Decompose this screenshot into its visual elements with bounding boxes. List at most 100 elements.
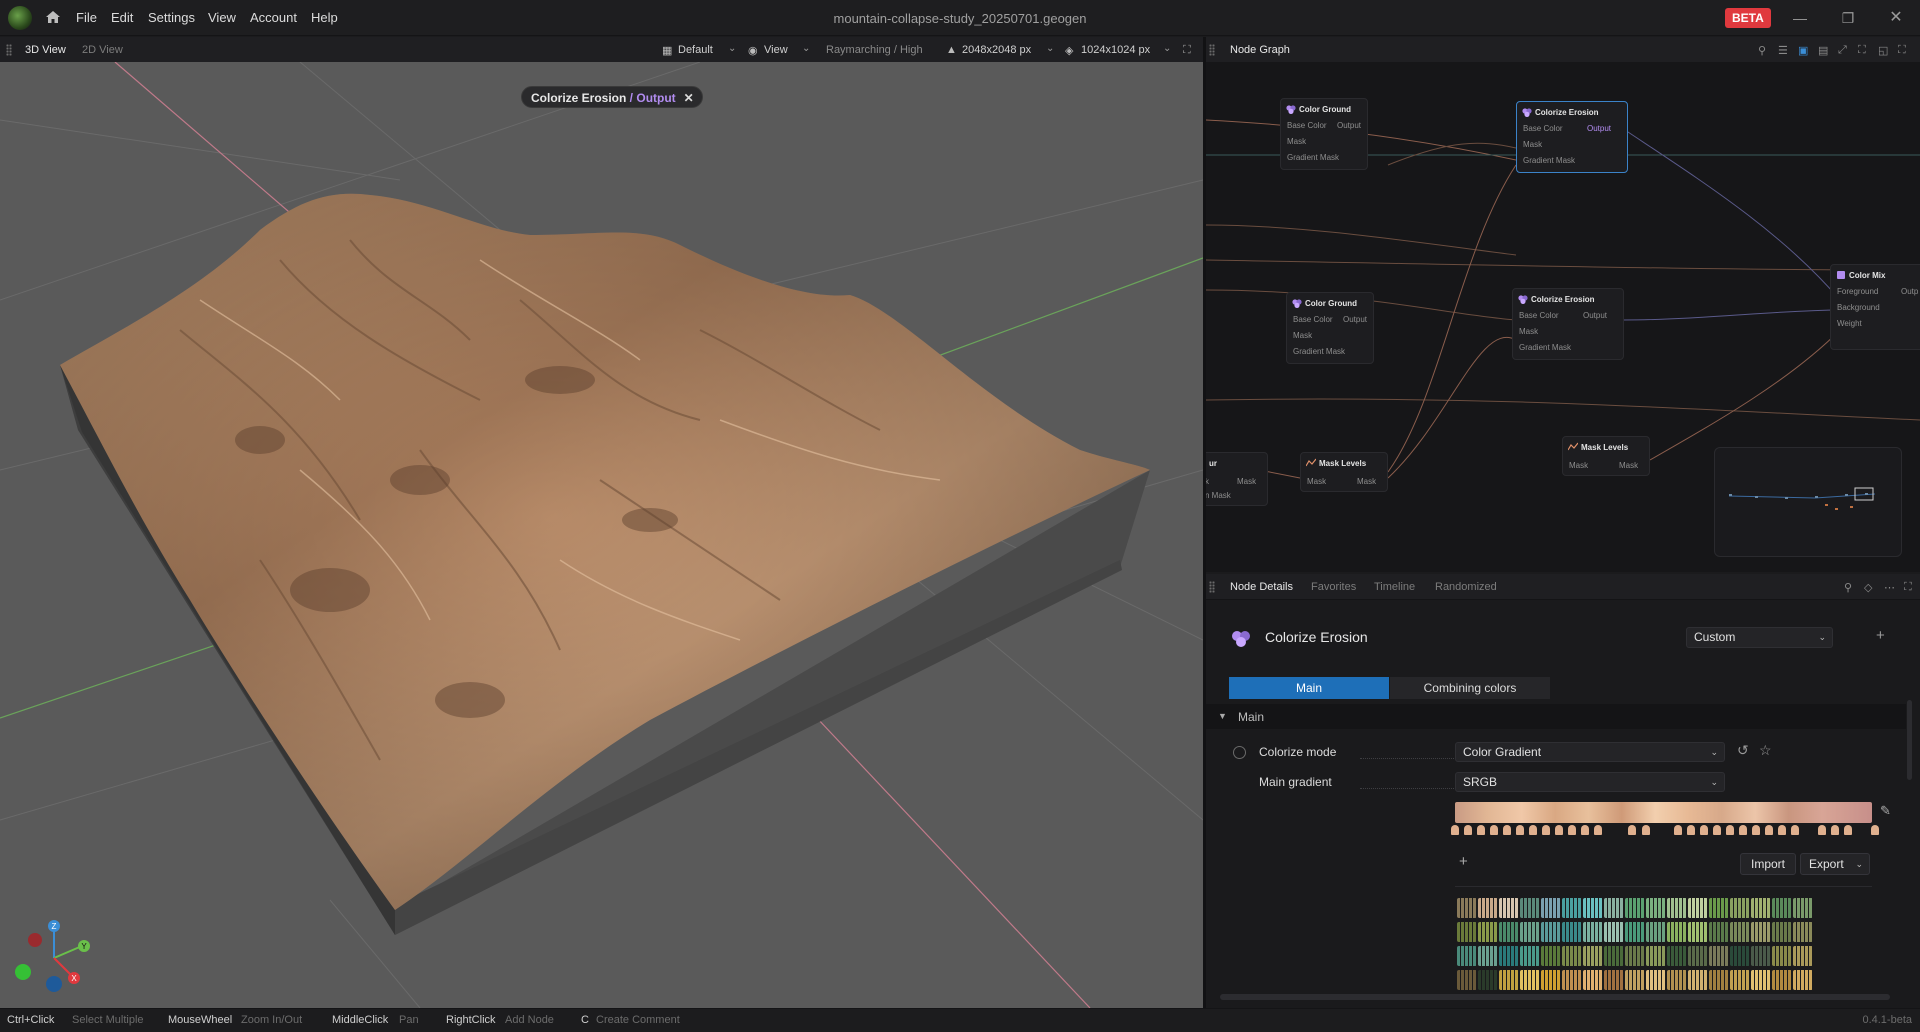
node-port[interactable]: k [1206, 477, 1209, 486]
vertical-scrollbar[interactable] [1907, 700, 1912, 780]
gradient-preset-swatch[interactable] [1625, 898, 1645, 918]
minimize-icon[interactable]: — [1790, 8, 1810, 28]
preview-resolution-selector[interactable]: 1024x1024 px [1081, 44, 1150, 56]
gradient-preset-swatch[interactable] [1709, 970, 1729, 990]
gradient-stop-handle[interactable] [1791, 825, 1799, 835]
gradient-preset-swatch[interactable] [1646, 898, 1666, 918]
gradient-stop-handle[interactable] [1516, 825, 1524, 835]
graph-minimap[interactable] [1714, 447, 1902, 557]
node-port[interactable]: Mask [1287, 137, 1306, 146]
gradient-preset-swatch[interactable] [1688, 898, 1708, 918]
menu-settings[interactable]: Settings [148, 10, 195, 25]
gradient-preset-swatch[interactable] [1709, 898, 1729, 918]
gradient-preset-swatch[interactable] [1541, 970, 1561, 990]
output-chip[interactable]: Colorize Erosion / Output ✕ [521, 86, 703, 108]
gradient-preset-swatch[interactable] [1499, 970, 1519, 990]
link-icon[interactable]: ⤢ [1838, 44, 1847, 57]
gradient-stop-handle[interactable] [1451, 825, 1459, 835]
gradient-preset-swatch[interactable] [1604, 898, 1624, 918]
gradient-stop-handle[interactable] [1871, 825, 1879, 835]
menu-account[interactable]: Account [250, 10, 297, 25]
gradient-preset-swatch[interactable] [1688, 946, 1708, 966]
gradient-stop-handle[interactable] [1555, 825, 1563, 835]
chevron-down-icon[interactable]: ⌄ [728, 43, 736, 54]
gradient-preset-swatch[interactable] [1751, 970, 1771, 990]
close-icon[interactable]: ✕ [684, 87, 694, 109]
gradient-preset-swatch[interactable] [1793, 946, 1813, 966]
gradient-stop-handle[interactable] [1642, 825, 1650, 835]
resolution-selector[interactable]: 2048x2048 px [962, 44, 1031, 56]
gradient-preset-swatch[interactable] [1793, 922, 1813, 942]
drag-grip-icon[interactable] [1209, 44, 1215, 56]
chevron-down-icon[interactable]: ⌄ [1163, 43, 1171, 54]
chevron-down-icon[interactable]: ⌄ [1046, 43, 1054, 54]
gradient-stop-handle[interactable] [1529, 825, 1537, 835]
frame-icon[interactable]: ⛶ [1858, 44, 1866, 57]
fullscreen-icon[interactable]: ⛶ [1183, 44, 1191, 57]
gradient-preset-swatch[interactable] [1520, 922, 1540, 942]
search-icon[interactable]: ⚲ [1844, 581, 1852, 594]
gradient-preset-swatch[interactable] [1541, 922, 1561, 942]
gradient-stop-handle[interactable] [1726, 825, 1734, 835]
gradient-preset-swatch[interactable] [1730, 898, 1750, 918]
node-mask-levels[interactable]: Mask Levels Mask Mask [1562, 436, 1650, 476]
node-colorize-erosion[interactable]: Colorize Erosion Base Color Output Mask … [1512, 288, 1624, 360]
gradient-preset-swatch[interactable] [1583, 922, 1603, 942]
gradient-stop-handle[interactable] [1778, 825, 1786, 835]
gradient-preset-swatch[interactable] [1667, 898, 1687, 918]
gradient-preset-swatch[interactable] [1499, 922, 1519, 942]
node-port[interactable]: Gradient Mask [1287, 153, 1339, 162]
gradient-preset-swatch[interactable] [1667, 970, 1687, 990]
gradient-preset-swatch[interactable] [1772, 898, 1792, 918]
gradient-preset-swatch[interactable] [1772, 946, 1792, 966]
gradient-stop-handle[interactable] [1628, 825, 1636, 835]
gradient-preset-swatch[interactable] [1751, 922, 1771, 942]
gradient-preset-swatch[interactable] [1520, 970, 1540, 990]
gradient-space-select[interactable]: SRGB ⌄ [1455, 772, 1725, 792]
gradient-stop-handle[interactable] [1687, 825, 1695, 835]
gradient-preset-swatch[interactable] [1457, 946, 1477, 966]
maximize-icon[interactable]: ❐ [1838, 8, 1858, 28]
tab-3d-view[interactable]: 3D View [25, 44, 66, 56]
gradient-preset-swatch[interactable] [1604, 922, 1624, 942]
menu-file[interactable]: File [76, 10, 97, 25]
menu-edit[interactable]: Edit [111, 10, 133, 25]
gradient-preset-swatch[interactable] [1625, 922, 1645, 942]
search-icon[interactable]: ⚲ [1758, 44, 1766, 57]
node-port[interactable]: Foreground [1837, 287, 1878, 296]
reset-icon[interactable]: ↺ [1737, 742, 1749, 759]
gradient-preset-swatch[interactable] [1751, 946, 1771, 966]
gradient-preset-swatch[interactable] [1667, 922, 1687, 942]
gradient-preset-swatch[interactable] [1772, 970, 1792, 990]
gradient-preset-swatch[interactable] [1541, 946, 1561, 966]
gradient-stop-handle[interactable] [1831, 825, 1839, 835]
gradient-preset-swatch[interactable] [1457, 970, 1477, 990]
gradient-stop-handle[interactable] [1568, 825, 1576, 835]
gradient-preset-swatch[interactable] [1646, 946, 1666, 966]
node-port[interactable]: Base Color [1519, 311, 1559, 320]
gradient-editor-bar[interactable] [1455, 802, 1872, 823]
gradient-preset-swatch[interactable] [1604, 946, 1624, 966]
gradient-preset-swatch[interactable] [1562, 970, 1582, 990]
eyedropper-icon[interactable]: ✎ [1880, 803, 1891, 819]
gradient-preset-swatch[interactable] [1793, 970, 1813, 990]
gradient-preset-swatch[interactable] [1730, 946, 1750, 966]
gradient-preset-swatch[interactable] [1688, 970, 1708, 990]
gradient-stop-handle[interactable] [1594, 825, 1602, 835]
fullscreen-icon[interactable]: ⛶ [1904, 581, 1912, 594]
home-icon[interactable] [44, 8, 62, 26]
gradient-preset-swatch[interactable] [1583, 946, 1603, 966]
collapse-triangle-icon[interactable]: ▼ [1218, 711, 1227, 721]
3d-viewport[interactable]: Z Y X [0, 62, 1203, 1008]
node-port[interactable]: Mask [1293, 331, 1312, 340]
gradient-preset-swatch[interactable] [1478, 970, 1498, 990]
node-port[interactable]: Gradient Mask [1293, 347, 1345, 356]
layout-icon[interactable]: ▤ [1818, 44, 1828, 57]
tab-node-details[interactable]: Node Details [1230, 581, 1293, 593]
node-port-output[interactable]: Mask [1619, 461, 1638, 470]
gradient-stop-handle[interactable] [1464, 825, 1472, 835]
horizontal-scrollbar[interactable] [1220, 994, 1890, 1000]
preset-dropdown[interactable]: Custom ⌄ [1686, 627, 1833, 648]
node-port-output[interactable]: Output [1583, 311, 1607, 320]
node-port[interactable]: Mask [1523, 140, 1542, 149]
